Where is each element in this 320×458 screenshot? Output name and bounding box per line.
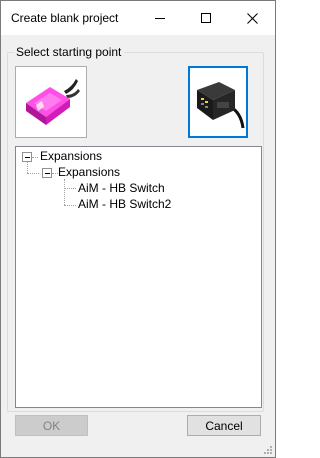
close-icon (246, 12, 258, 24)
tree-connector (27, 173, 39, 174)
black-device-option[interactable] (188, 66, 248, 138)
group-label: Select starting point (14, 45, 125, 59)
cancel-button[interactable]: Cancel (187, 415, 261, 436)
window-title: Create blank project (11, 11, 119, 25)
ok-button[interactable]: OK (15, 415, 88, 436)
tree-connector (27, 162, 28, 173)
maximize-button[interactable] (183, 1, 229, 35)
pink-device-icon (26, 79, 80, 125)
close-button[interactable] (229, 1, 275, 35)
resize-grip-icon[interactable] (263, 445, 273, 455)
tree-node-root[interactable]: Expansions (40, 148, 102, 164)
tree-node-child[interactable]: Expansions (58, 164, 120, 180)
create-blank-project-dialog: Create blank project Select starting poi… (0, 0, 276, 458)
tree-connector (32, 157, 38, 158)
expansions-tree[interactable]: Expansions Expansions AiM - HB Switch Ai… (15, 146, 262, 408)
minimize-button[interactable] (137, 1, 183, 35)
collapse-root-icon[interactable] (22, 152, 32, 162)
collapse-child-icon[interactable] (42, 168, 52, 178)
pink-device-option[interactable] (15, 66, 87, 138)
tree-connector (64, 188, 76, 189)
tree-leaf-hb-switch2[interactable]: AiM - HB Switch2 (78, 196, 171, 212)
tree-connector (64, 179, 65, 205)
maximize-icon (201, 13, 211, 23)
minimize-icon (155, 18, 165, 19)
dialog-content: Select starting point Expansions Expansi… (1, 35, 275, 457)
black-device-icon (197, 82, 245, 129)
tree-leaf-hb-switch[interactable]: AiM - HB Switch (78, 180, 165, 196)
tree-connector (64, 205, 76, 206)
title-bar: Create blank project (1, 1, 275, 35)
